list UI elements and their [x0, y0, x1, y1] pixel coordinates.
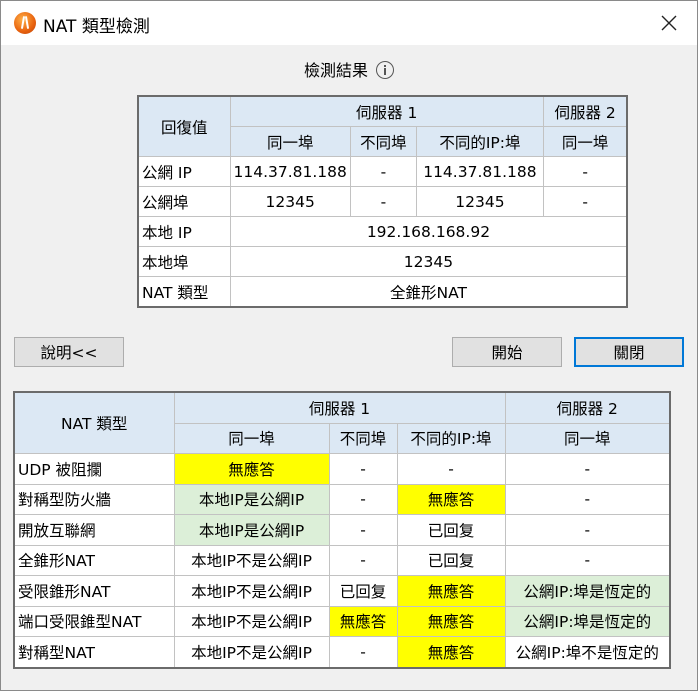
diff-port-header: 不同埠 [349, 126, 417, 157]
ref-cell: - [504, 544, 671, 576]
ref-server1-header: 伺服器 1 [173, 391, 506, 424]
ref-cell: 已回复 [396, 544, 506, 576]
public-ip-s1-diff-port: - [349, 156, 417, 187]
title-bar: NAT 類型檢測 [1, 1, 697, 45]
ref-cell: - [328, 453, 398, 485]
ref-diff-ip-port-header: 不同的IP:埠 [396, 422, 506, 454]
diff-ip-port-header: 不同的IP:埠 [415, 126, 544, 157]
public-port-s2-same: - [542, 186, 628, 217]
info-icon[interactable] [376, 61, 394, 79]
ref-cell: 公網IP:埠是恆定的 [504, 575, 671, 607]
ref-cell: - [328, 636, 398, 668]
ref-cell: 已回复 [328, 575, 398, 607]
server2-header: 伺服器 2 [542, 95, 628, 127]
ref-cell: - [328, 483, 398, 515]
ref-cell: 本地IP不是公網IP [173, 575, 330, 607]
detection-results-table: 回復值 伺服器 1 伺服器 2 同一埠 不同埠 不同的IP:埠 同一埠 公網 I… [137, 95, 629, 308]
close-button[interactable]: 關閉 [574, 337, 684, 367]
table-row: 公網 IP 114.37.81.188 - 114.37.81.188 - [137, 156, 628, 187]
window-title: NAT 類型檢測 [43, 17, 150, 37]
ref-cell: 無應答 [396, 575, 506, 607]
public-ip-label: 公網 IP [137, 156, 231, 187]
ref-row-name: 全錐形NAT [13, 544, 175, 576]
table-row: 本地 IP 192.168.168.92 [137, 216, 628, 247]
ref-cell: 本地IP不是公網IP [173, 605, 330, 637]
ref-row-name: 對稱型防火牆 [13, 483, 175, 515]
public-ip-s2-same: - [542, 156, 628, 187]
ref-same-port-header: 同一埠 [173, 422, 330, 454]
table-row: 全錐形NAT 本地IP不是公網IP - 已回复 - [13, 544, 671, 576]
response-header: 回復值 [137, 95, 231, 157]
nat-detection-dialog: NAT 類型檢測 檢測結果 回復值 伺服器 1 伺服器 2 同一埠 不同埠 不同… [0, 0, 698, 691]
ref-cell: 無應答 [396, 605, 506, 637]
nat-reference-table: NAT 類型 伺服器 1 伺服器 2 同一埠 不同埠 不同的IP:埠 同一埠 U… [13, 391, 671, 669]
public-port-label: 公網埠 [137, 186, 231, 217]
public-port-s1-same: 12345 [229, 186, 351, 217]
ref-row-name: 受限錐形NAT [13, 575, 175, 607]
ref-row-name: UDP 被阻攔 [13, 453, 175, 485]
ref-cell: 本地IP不是公網IP [173, 544, 330, 576]
ref-row-name: 開放互聯網 [13, 514, 175, 546]
local-port-value: 12345 [229, 246, 628, 277]
ref-cell: 已回复 [396, 514, 506, 546]
close-window-button[interactable] [653, 9, 685, 37]
table-row: UDP 被阻攔 無應答 - - - [13, 453, 671, 485]
table-row: 對稱型防火牆 本地IP是公網IP - 無應答 - [13, 483, 671, 515]
ref-cell: 無應答 [396, 636, 506, 668]
ref-cell: 本地IP是公網IP [173, 514, 330, 546]
table-row: 本地埠 12345 [137, 246, 628, 277]
public-port-s1-diff-ip: 12345 [415, 186, 544, 217]
explain-toggle-button[interactable]: 說明<< [14, 337, 124, 367]
table-row: 開放互聯網 本地IP是公網IP - 已回复 - [13, 514, 671, 546]
table-row: 公網埠 12345 - 12345 - [137, 186, 628, 217]
ref-cell: 公網IP:埠不是恆定的 [504, 636, 671, 668]
ref-row-name: 端口受限錐型NAT [13, 605, 175, 637]
nat-type-label: NAT 類型 [137, 276, 231, 308]
close-icon [661, 15, 677, 31]
public-ip-s1-same: 114.37.81.188 [229, 156, 351, 187]
ref-cell: - [504, 514, 671, 546]
nat-type-value: 全錐形NAT [229, 276, 628, 308]
ref-cell: 本地IP是公網IP [173, 483, 330, 515]
results-heading: 檢測結果 [1, 57, 697, 81]
ref-cell: 無應答 [173, 453, 330, 485]
server2-same-port-header: 同一埠 [542, 126, 628, 157]
ref-cell: - [396, 453, 506, 485]
same-port-header: 同一埠 [229, 126, 351, 157]
ref-cell: - [328, 544, 398, 576]
ref-cell: 無應答 [328, 605, 398, 637]
ref-row-name: 對稱型NAT [13, 636, 175, 668]
public-port-s1-diff-port: - [349, 186, 417, 217]
app-logo-icon [14, 12, 36, 34]
ref-server2-header: 伺服器 2 [504, 391, 671, 424]
ref-cell: - [504, 483, 671, 515]
table-row: 端口受限錐型NAT 本地IP不是公網IP 無應答 無應答 公網IP:埠是恆定的 [13, 605, 671, 637]
ref-cell: 公網IP:埠是恆定的 [504, 605, 671, 637]
ref-cell: 無應答 [396, 483, 506, 515]
server1-header: 伺服器 1 [229, 95, 544, 127]
local-port-label: 本地埠 [137, 246, 231, 277]
ref-cell: - [504, 453, 671, 485]
ref-nat-type-header: NAT 類型 [13, 391, 175, 454]
start-button[interactable]: 開始 [452, 337, 562, 367]
local-ip-label: 本地 IP [137, 216, 231, 247]
ref-cell: - [328, 514, 398, 546]
public-ip-s1-diff-ip: 114.37.81.188 [415, 156, 544, 187]
table-row: 對稱型NAT 本地IP不是公網IP - 無應答 公網IP:埠不是恆定的 [13, 636, 671, 668]
ref-server2-same-port-header: 同一埠 [504, 422, 671, 454]
ref-cell: 本地IP不是公網IP [173, 636, 330, 668]
results-title: 檢測結果 [303, 61, 368, 80]
local-ip-value: 192.168.168.92 [229, 216, 628, 247]
table-row: 受限錐形NAT 本地IP不是公網IP 已回复 無應答 公網IP:埠是恆定的 [13, 575, 671, 607]
ref-diff-port-header: 不同埠 [328, 422, 398, 454]
table-row: NAT 類型 全錐形NAT [137, 276, 628, 308]
